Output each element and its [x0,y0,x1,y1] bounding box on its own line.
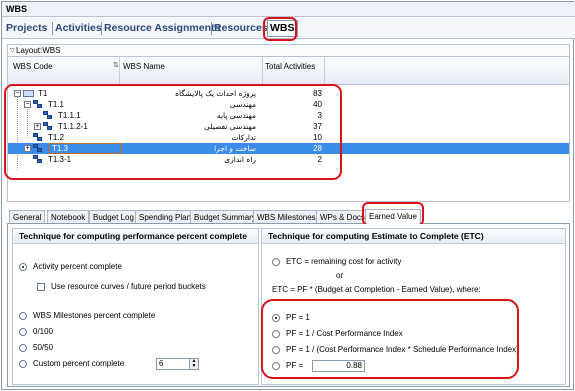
option-label: WBS Milestones percent complete [33,311,156,320]
checkbox[interactable] [37,283,45,291]
table-row[interactable]: − T1 پروژه احداث یک پالایشگاه 83 [8,88,569,99]
radio-button[interactable] [272,258,280,266]
detail-tab-bar: General Notebook Budget Log Spending Pla… [7,207,570,224]
option-label: Use resource curves / future period buck… [51,282,206,291]
tab-wbs[interactable]: WBS [267,20,298,37]
etc-heading: Technique for computing Estimate to Comp… [262,229,565,244]
option-label: PF = [286,361,304,370]
table-row[interactable]: T1.1.1 مهندسی پایه 3 [8,110,569,121]
tab-budget-log[interactable]: Budget Log [89,210,138,223]
option-label: Custom percent complete [33,359,125,368]
radio-button[interactable] [272,314,280,322]
table-row[interactable]: T1.3-1 راه اندازی 2 [8,154,569,165]
total-activities: 28 [313,144,322,153]
option-label: 0/100 [33,327,54,336]
table-row[interactable]: + T1.1.2-1 مهندسی تفصیلی 37 [8,121,569,132]
tab-wps-docs[interactable]: WPs & Docs [316,210,369,223]
wbs-grid: WBS Code ⇅ WBS Name Total Activities − T… [7,56,570,202]
total-activities: 10 [313,133,322,142]
column-header-wbs-code[interactable]: WBS Code [13,62,53,71]
percent-complete-heading: Technique for computing performance perc… [13,229,258,244]
tab-projects[interactable]: Projects [6,20,47,37]
option-label: 50/50 [33,343,54,352]
option-label: PF = 1 / Cost Performance Index [286,329,403,338]
wbs-name: تدارکات [231,133,256,142]
tab-notebook[interactable]: Notebook [47,210,90,223]
earned-value-panel: Technique for computing performance perc… [7,224,570,387]
radio-button[interactable] [272,346,280,354]
table-row[interactable]: T1.2 تدارکات 10 [8,132,569,143]
etc-section: Technique for computing Estimate to Comp… [261,228,566,385]
column-divider[interactable] [262,57,263,85]
total-activities: 2 [317,155,322,164]
column-divider[interactable] [324,57,325,85]
table-row[interactable]: − T1.1 مهندسی 40 [8,99,569,110]
table-row-selected[interactable]: + T1.3 ساخت و اجرا 28 [8,143,569,154]
wbs-name: پروژه احداث یک پالایشگاه [175,89,256,98]
etc-formula-text: ETC = PF * (Budget at Completion - Earne… [272,285,481,294]
radio-button[interactable] [19,344,27,352]
collapse-triangle-icon[interactable]: ▽ [10,47,15,54]
total-activities: 3 [317,111,322,120]
wbs-name: مهندسی تفصیلی [204,122,256,131]
tab-activities[interactable]: Activities [55,20,102,37]
wbs-name: مهندسی پایه [216,111,256,120]
layout-label: Layout:WBS [16,46,61,55]
column-header-total-activities[interactable]: Total Activities [265,62,315,71]
spinner-arrows-icon[interactable]: ▲ ▼ [189,358,199,370]
tab-spending-plan[interactable]: Spending Plan [135,210,196,223]
total-activities: 37 [313,122,322,131]
grid-header: WBS Code ⇅ WBS Name Total Activities [8,57,569,85]
percent-complete-section: Technique for computing performance perc… [12,228,259,385]
radio-button[interactable] [19,360,27,368]
wbs-name: مهندسی [229,100,256,109]
or-text: or [336,271,344,280]
window: WBS Projects Activities Resource Assignm… [1,1,575,390]
radio-button[interactable] [272,362,280,370]
option-label: Activity percent complete [33,262,122,271]
option-label: ETC = remaining cost for activity [286,257,402,266]
wbs-name: راه اندازی [224,155,256,164]
radio-button[interactable] [272,330,280,338]
title-bar: WBS [2,2,575,17]
layout-bar[interactable]: ▽ Layout:WBS [7,44,570,56]
column-divider[interactable] [119,57,120,85]
tab-wbs-milestones[interactable]: WBS Milestones [253,210,320,223]
tab-earned-value[interactable]: Earned Value [365,209,421,224]
wbs-name: ساخت و اجرا [214,144,256,153]
option-label: PF = 1 / (Cost Performance Index * Sched… [286,345,519,354]
total-activities: 83 [313,89,322,98]
tab-general[interactable]: General [9,210,46,223]
tab-resource-assignments[interactable]: Resource Assignments [104,20,220,37]
custom-percent-field[interactable]: 6 [156,358,190,370]
radio-button[interactable] [19,263,27,271]
tab-budget-summary[interactable]: Budget Summary [190,210,260,223]
total-activities: 40 [313,100,322,109]
tab-divider [52,22,53,35]
option-label: PF = 1 [286,313,310,322]
tab-resources[interactable]: Resources [214,20,268,37]
sort-icon[interactable]: ⇅ [113,61,119,69]
radio-button[interactable] [19,312,27,320]
window-title: WBS [6,4,27,14]
tab-divider [101,22,102,35]
column-header-wbs-name[interactable]: WBS Name [123,62,165,71]
top-tab-bar: Projects Activities Resource Assignments… [2,17,575,39]
tab-divider [211,22,212,35]
radio-button[interactable] [19,328,27,336]
pf-value-field[interactable]: 0.88 [312,360,365,372]
